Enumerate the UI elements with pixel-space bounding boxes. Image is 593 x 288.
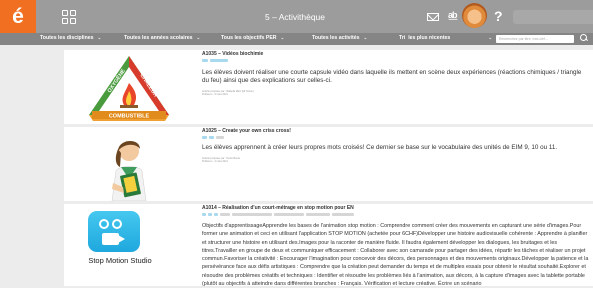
fire-triangle-image: OXYGÈNE CHALEUR COMBUSTIBLE — [74, 53, 184, 121]
activity-tags — [202, 213, 354, 216]
tag-badge — [209, 136, 214, 139]
activity-title[interactable]: A1014 – Réalisation d'un court-métrage e… — [202, 205, 354, 211]
activity-description: Les élèves apprennent à créer leurs prop… — [202, 144, 558, 151]
top-search-field[interactable] — [513, 10, 593, 24]
tag-badge — [202, 213, 206, 216]
tag-badge — [216, 136, 224, 139]
filter-disciplines[interactable]: Toutes les disciplines ⌄ — [40, 35, 101, 41]
activity-title[interactable]: A1035 – Vidéos biochimie — [202, 51, 263, 57]
activity-tags — [202, 136, 224, 139]
activity-tags — [202, 59, 228, 62]
tag-badge — [306, 213, 330, 216]
chevron-down-icon: ⌄ — [97, 35, 102, 40]
page-title: 5 – Activithèque — [264, 12, 325, 22]
mail-icon[interactable] — [427, 13, 439, 21]
activity-date: Publiée le : 9 mars 2021 — [202, 93, 228, 97]
tag-badge — [208, 213, 212, 216]
chevron-down-icon: ⌄ — [196, 35, 201, 40]
stop-motion-logo — [88, 211, 140, 252]
activity-meta: Activité proposée par : Rafaelle Marc (M… — [202, 90, 254, 97]
tag-badge — [214, 213, 218, 216]
activity-description: Les élèves doivent réaliser une courte c… — [202, 69, 582, 85]
user-avatar[interactable] — [462, 3, 487, 28]
sort-select[interactable]: Tri les plus récentes ⌄ — [399, 35, 492, 41]
tag-badge — [202, 136, 207, 139]
help-icon[interactable]: ? — [494, 8, 503, 24]
tag-badge — [202, 59, 208, 62]
tag-badge — [332, 213, 354, 216]
teacher-illustration — [74, 127, 184, 202]
chevron-down-icon: ⌄ — [280, 35, 285, 40]
triangle-label-fuel: COMBUSTIBLE — [109, 114, 150, 120]
activity-card[interactable]: A1025 – Create your own criss cross! Les… — [64, 127, 593, 202]
filter-school-years[interactable]: Toutes les années scolaires ⌄ — [124, 35, 200, 41]
stop-motion-studio-image: Stop Motion Studio — [74, 206, 184, 286]
activity-meta: Activité proposée par : Pedro Benta Publ… — [202, 157, 240, 164]
activity-description: Objectifs d'apprentissageApprendre les b… — [202, 223, 589, 288]
activity-date: Publiée le : 4 mars 2021 — [202, 160, 228, 164]
filter-per-objectives[interactable]: Tous les objectifs PER ⌄ — [221, 35, 284, 41]
filter-bar: Toutes les disciplines ⌄ Toutes les année… — [0, 33, 593, 45]
apps-grid-icon[interactable] — [62, 10, 76, 24]
activity-card[interactable]: OXYGÈNE CHALEUR COMBUSTIBLE A1035 – Vidé… — [64, 50, 593, 124]
tag-badge — [232, 213, 272, 216]
chevron-down-icon: ⌄ — [363, 35, 368, 40]
tag-badge — [274, 213, 304, 216]
search-input[interactable]: Recherchez par titre, mot-clef... — [496, 35, 574, 43]
stop-motion-label: Stop Motion Studio — [88, 256, 152, 265]
language-icon[interactable]: a͟b — [448, 10, 457, 20]
tag-badge — [220, 213, 230, 216]
filter-activities[interactable]: Toutes les activités ⌄ — [312, 35, 367, 41]
app-logo[interactable]: é — [0, 0, 36, 33]
top-bar: é 5 – Activithèque a͟b ? — [0, 0, 593, 33]
search-icon[interactable] — [580, 34, 587, 41]
activity-title[interactable]: A1025 – Create your own criss cross! — [202, 128, 291, 134]
tag-badge — [210, 59, 228, 62]
chevron-down-icon: ⌄ — [488, 35, 493, 40]
activity-card[interactable]: Stop Motion Studio A1014 – Réalisation d… — [64, 204, 593, 288]
